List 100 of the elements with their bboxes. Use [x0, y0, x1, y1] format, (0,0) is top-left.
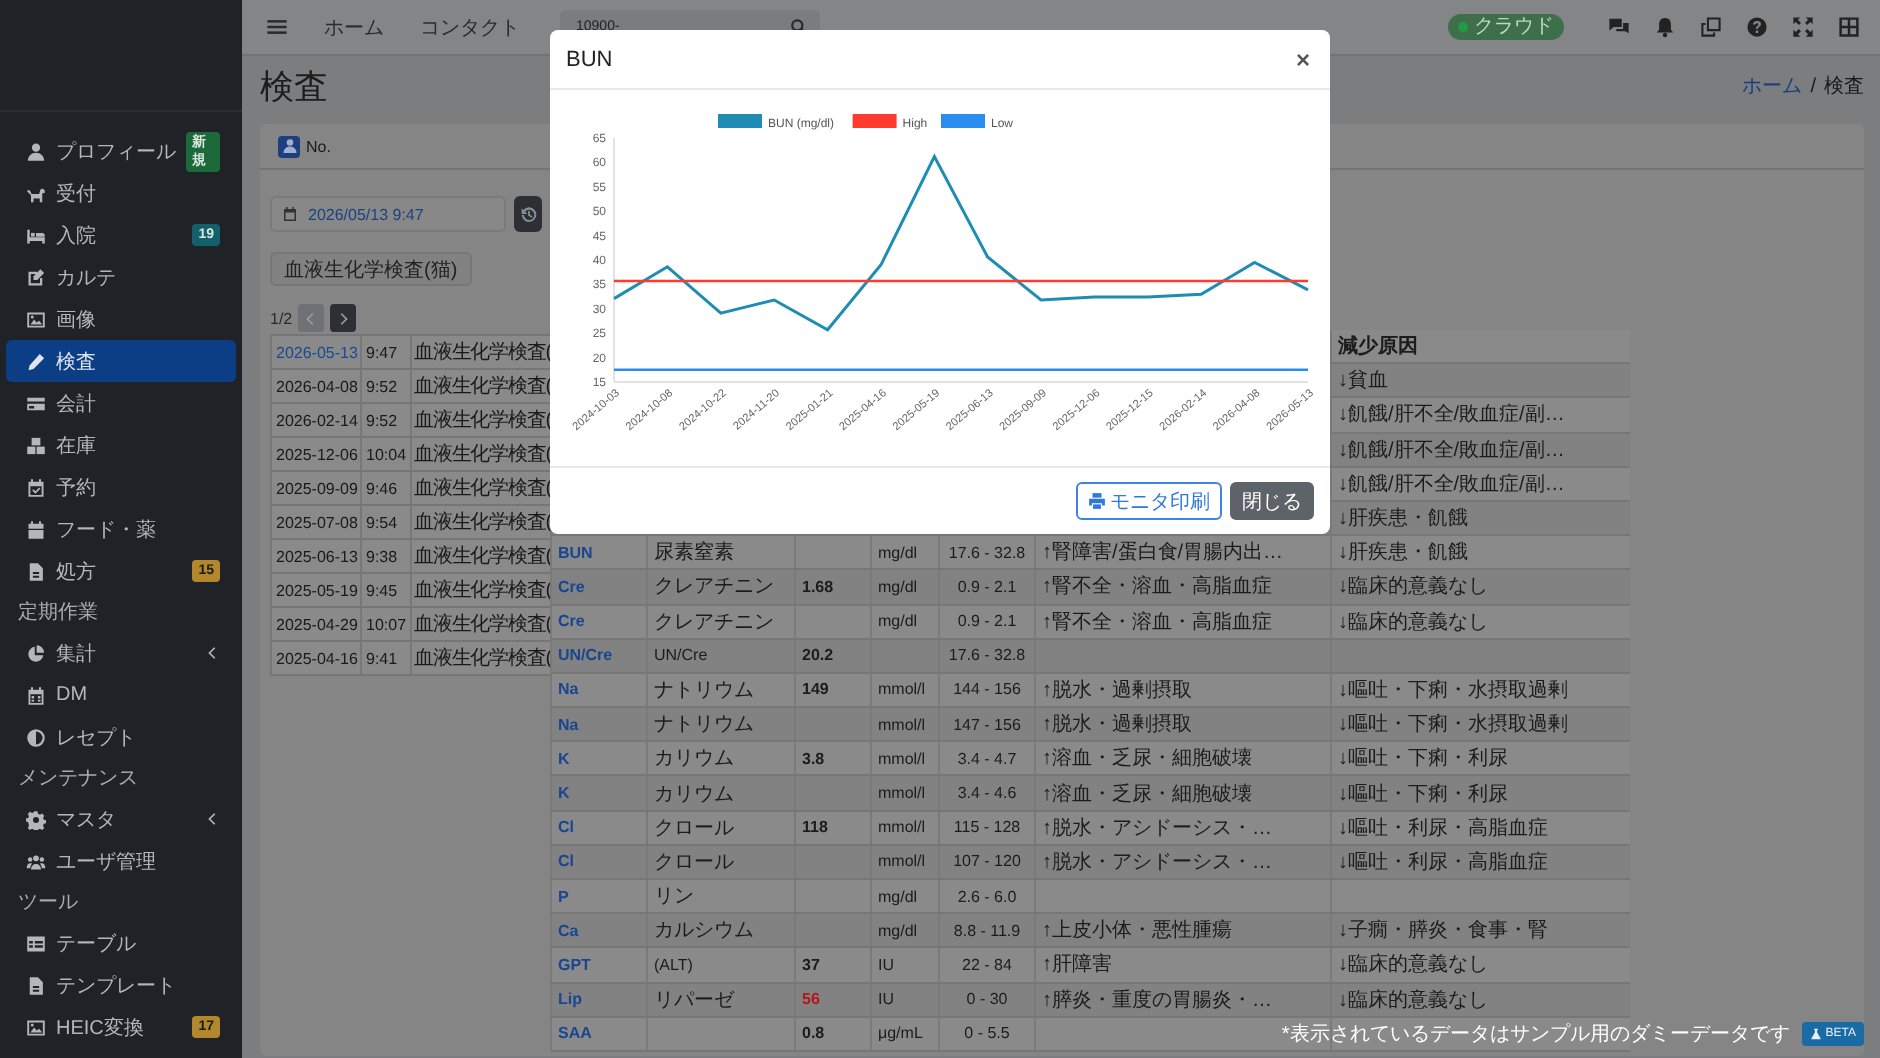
- unit-cell: μg/mL: [870, 1017, 938, 1050]
- increase-cause: ↑膵炎・重度の胃腸炎・…: [1034, 983, 1330, 1016]
- time-cell: 9:54: [360, 506, 410, 538]
- decrease-cause: ↓臨床的意義なし: [1330, 605, 1630, 638]
- test-name: (ALT): [646, 948, 794, 982]
- sidebar-item[interactable]: ユーザ管理: [6, 840, 236, 882]
- unit-cell: mmol/l: [870, 845, 938, 878]
- time-cell: 9:46: [360, 472, 410, 504]
- test-code[interactable]: BUN: [550, 536, 646, 569]
- test-code[interactable]: GPT: [550, 948, 646, 982]
- increase-cause: ↑脱水・アシドーシス・…: [1034, 811, 1330, 844]
- time-cell: 10:04: [360, 438, 410, 470]
- time-cell: 9:45: [360, 574, 410, 606]
- result-value: 118: [794, 811, 870, 844]
- unit-cell: mmol/l: [870, 673, 938, 707]
- reference-range: 0.9 - 2.1: [938, 570, 1034, 603]
- reference-range: 107 - 120: [938, 845, 1034, 878]
- increase-cause: ↑腎不全・溶血・高脂血症: [1034, 570, 1330, 603]
- nav-link[interactable]: ホーム: [324, 13, 384, 41]
- test-code[interactable]: K: [550, 742, 646, 775]
- reference-range: 17.6 - 32.8: [938, 536, 1034, 569]
- sidebar-item[interactable]: 在庫: [6, 424, 236, 466]
- time-cell: 9:38: [360, 540, 410, 572]
- sidebar-item[interactable]: DM: [6, 674, 236, 716]
- increase-cause: ↑肝障害: [1034, 948, 1330, 982]
- test-name: リン: [646, 880, 794, 913]
- unit-cell: mg/dl: [870, 570, 938, 603]
- test-code[interactable]: Cl: [550, 811, 646, 844]
- sidebar-item[interactable]: 検査: [6, 340, 236, 382]
- breadcrumb-separator: /: [1810, 75, 1816, 97]
- sidebar-item[interactable]: 画像: [6, 298, 236, 340]
- sidebar-item[interactable]: テンプレート: [6, 964, 236, 1006]
- status-badge: クラウド: [1448, 14, 1564, 40]
- decrease-cause: ↓嘔吐・下痢・水摂取過剰: [1330, 673, 1630, 707]
- unit-cell: mmol/l: [870, 708, 938, 741]
- increase-cause: ↑脱水・過剰摂取: [1034, 708, 1330, 741]
- increase-cause: ↑溶血・乏尿・細胞破壊: [1034, 776, 1330, 810]
- test-name: クロール: [646, 845, 794, 878]
- test-name: ナトリウム: [646, 673, 794, 707]
- date-cell[interactable]: 2025-05-19: [270, 574, 360, 606]
- increase-cause: ↑腎不全・溶血・高脂血症: [1034, 605, 1330, 638]
- result-value: 56: [794, 983, 870, 1016]
- sidebar-item[interactable]: フード・薬: [6, 508, 236, 550]
- date-cell[interactable]: 2025-12-06: [270, 438, 360, 470]
- test-name: クロール: [646, 811, 794, 844]
- time-cell: 9:52: [360, 404, 410, 436]
- result-value: 37: [794, 948, 870, 982]
- result-value: 20.2: [794, 639, 870, 672]
- sidebar-item[interactable]: 予約: [6, 466, 236, 508]
- unit-cell: IU: [870, 948, 938, 982]
- result-value: 0.8: [794, 1017, 870, 1050]
- nav-link[interactable]: コンタクト: [420, 13, 520, 41]
- date-field[interactable]: 2026/05/13 9:47: [270, 196, 506, 232]
- time-cell: 9:52: [360, 370, 410, 402]
- exam-type-button[interactable]: 血液生化学検査(猫): [270, 252, 472, 286]
- reference-range: 147 - 156: [938, 708, 1034, 741]
- result-value: 1.68: [794, 570, 870, 603]
- reference-range: 3.4 - 4.7: [938, 742, 1034, 775]
- close-button[interactable]: 閉じる: [1230, 482, 1314, 520]
- sidebar-item[interactable]: 会計: [6, 382, 236, 424]
- unit-cell: mg/dl: [870, 880, 938, 913]
- date-cell[interactable]: 2026-04-08: [270, 370, 360, 402]
- date-cell[interactable]: 2025-07-08: [270, 506, 360, 538]
- date-cell[interactable]: 2025-04-16: [270, 642, 360, 674]
- unit-cell: mmol/l: [870, 811, 938, 844]
- decrease-cause: ↓臨床的意義なし: [1330, 983, 1630, 1016]
- sidebar-item[interactable]: レセプト: [6, 716, 236, 758]
- date-cell[interactable]: 2026-02-14: [270, 404, 360, 436]
- close-button[interactable]: ×: [1291, 45, 1314, 73]
- sidebar-item[interactable]: テーブル: [6, 922, 236, 964]
- test-name: カリウム: [646, 776, 794, 810]
- reference-range: 0.9 - 2.1: [938, 605, 1034, 638]
- sidebar-item[interactable]: 受付: [6, 172, 236, 214]
- sidebar-section-title: メンテナンス: [16, 766, 140, 794]
- unit-cell: mmol/l: [870, 776, 938, 810]
- test-name: クレアチニン: [646, 570, 794, 603]
- sidebar-item[interactable]: 集計: [6, 632, 236, 674]
- reference-range: 0 - 30: [938, 983, 1034, 1016]
- sidebar-section-title: 定期作業: [16, 599, 100, 628]
- date-cell[interactable]: 2025-04-29: [270, 608, 360, 640]
- sample-data-notice: *表示されているデータはサンプル用のダミーデータです: [1281, 1021, 1790, 1048]
- sidebar-item[interactable]: カルテ: [6, 256, 236, 298]
- reference-range: 8.8 - 11.9: [938, 914, 1034, 947]
- test-code[interactable]: P: [550, 880, 646, 913]
- record-label: No.: [306, 137, 331, 155]
- decrease-cause: ↓子癇・膵炎・食事・腎: [1330, 914, 1630, 947]
- test-name: カリウム: [646, 742, 794, 775]
- date-cell[interactable]: 2025-06-13: [270, 540, 360, 572]
- test-code[interactable]: Na: [550, 673, 646, 707]
- decrease-cause: ↓嘔吐・利尿・高脂血症: [1330, 845, 1630, 878]
- test-code[interactable]: Cre: [550, 605, 646, 638]
- reference-range: 2.6 - 6.0: [938, 880, 1034, 913]
- sidebar-item[interactable]: マスタ: [6, 798, 236, 840]
- decrease-cause: ↓肝疾患・飢餓: [1330, 536, 1630, 569]
- print-button[interactable]: モニタ印刷: [1076, 482, 1222, 520]
- result-value: 149: [794, 673, 870, 707]
- test-code[interactable]: SAA: [550, 1017, 646, 1050]
- date-cell[interactable]: 2025-09-09: [270, 472, 360, 504]
- unit-cell: mg/dl: [870, 536, 938, 569]
- dialog-title: BUN: [566, 47, 613, 71]
